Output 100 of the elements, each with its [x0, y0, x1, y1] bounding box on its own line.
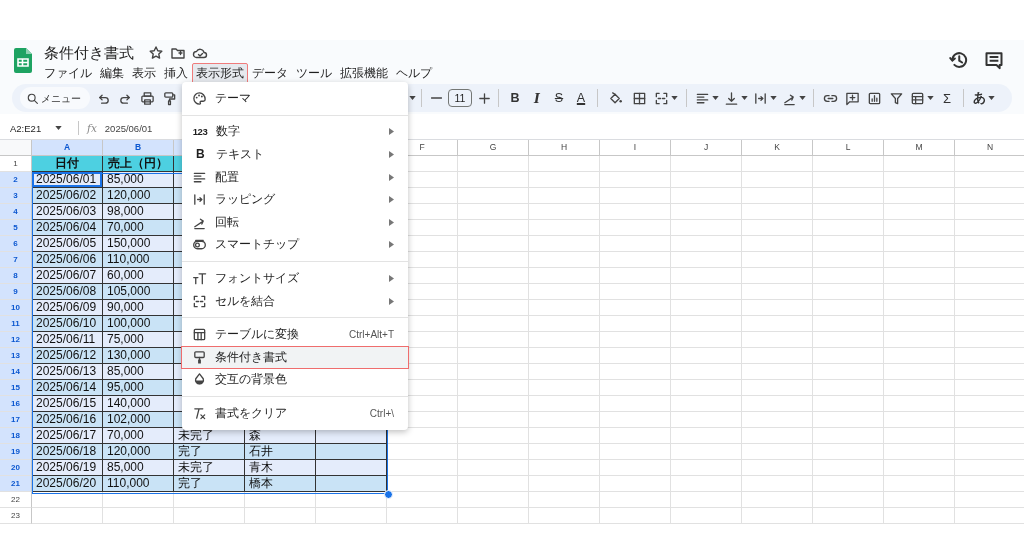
table-cell[interactable] [316, 444, 387, 460]
table-cell[interactable] [316, 460, 387, 476]
table-cell[interactable]: 青木 [245, 460, 316, 476]
row-header[interactable]: 18 [0, 428, 32, 444]
menu-bar-item[interactable]: ヘルプ [392, 62, 436, 84]
table-cell[interactable]: 90,000 [103, 300, 174, 316]
input-mode-button[interactable]: あ [969, 87, 999, 109]
table-cell[interactable]: 2025/06/05 [32, 236, 103, 252]
menu-bar-item[interactable]: 表示形式 [192, 62, 248, 84]
table-cell[interactable]: 2025/06/07 [32, 268, 103, 284]
font-size-field[interactable]: 11 [448, 89, 472, 107]
menu-item[interactable]: テーマ [181, 87, 409, 110]
column-header[interactable]: K [742, 140, 813, 156]
sheets-logo[interactable] [14, 48, 32, 73]
menu-bar-item[interactable]: 編集 [96, 62, 128, 84]
table-cell[interactable]: 110,000 [103, 252, 174, 268]
table-cell[interactable]: 60,000 [103, 268, 174, 284]
menu-bar-item[interactable]: 挿入 [160, 62, 192, 84]
menu-item[interactable]: フォントサイズ [181, 267, 409, 290]
menu-item[interactable]: 配置 [181, 165, 409, 189]
table-cell[interactable]: 2025/06/08 [32, 284, 103, 300]
table-cell[interactable]: 120,000 [103, 444, 174, 460]
column-heading-cell[interactable]: 日付 [32, 156, 103, 172]
folder-icon[interactable] [170, 45, 186, 61]
table-cell[interactable]: 2025/06/11 [32, 332, 103, 348]
menu-item[interactable]: ラッピング [181, 188, 409, 211]
table-cell[interactable]: 150,000 [103, 236, 174, 252]
row-header[interactable]: 20 [0, 460, 32, 476]
row-header[interactable]: 6 [0, 236, 32, 252]
column-header[interactable]: H [529, 140, 600, 156]
name-box[interactable]: A2:E21 [10, 122, 70, 134]
menu-item[interactable]: 書式をクリア Ctrl+\ [181, 402, 409, 425]
table-cell[interactable]: 98,000 [103, 204, 174, 220]
table-cell[interactable]: 2025/06/15 [32, 396, 103, 412]
formula-field[interactable]: 2025/06/01 [104, 122, 153, 134]
table-cell[interactable]: 2025/06/02 [32, 188, 103, 204]
fill-handle[interactable] [384, 490, 393, 499]
table-cell[interactable]: 2025/06/14 [32, 380, 103, 396]
column-header[interactable]: L [813, 140, 884, 156]
table-cell[interactable]: 140,000 [103, 396, 174, 412]
column-header[interactable]: G [458, 140, 529, 156]
menu-item[interactable]: セルを結合 [181, 289, 409, 313]
star-icon[interactable] [148, 45, 164, 61]
column-header[interactable]: M [884, 140, 955, 156]
history-icon[interactable] [948, 50, 968, 70]
table-cell[interactable]: 2025/06/06 [32, 252, 103, 268]
table-cell[interactable]: 120,000 [103, 188, 174, 204]
table-cell[interactable]: 70,000 [103, 428, 174, 444]
row-header[interactable]: 19 [0, 444, 32, 460]
table-cell[interactable]: 95,000 [103, 380, 174, 396]
table-cell[interactable]: 橋本 [245, 476, 316, 492]
table-cell[interactable]: 100,000 [103, 316, 174, 332]
table-cell[interactable]: 2025/06/19 [32, 460, 103, 476]
column-header[interactable]: A [32, 140, 103, 156]
row-header[interactable]: 22 [0, 492, 32, 508]
table-cell[interactable]: 2025/06/04 [32, 220, 103, 236]
menu-bar-item[interactable]: データ [248, 62, 292, 84]
menu-item[interactable]: 条件付き書式 [181, 345, 409, 369]
row-header[interactable]: 16 [0, 396, 32, 412]
table-cell[interactable]: 2025/06/12 [32, 348, 103, 364]
row-header[interactable]: 17 [0, 412, 32, 428]
row-header[interactable]: 11 [0, 316, 32, 332]
row-header[interactable]: 2 [0, 172, 32, 188]
table-cell[interactable]: 110,000 [103, 476, 174, 492]
table-cell[interactable]: 2025/06/09 [32, 300, 103, 316]
menu-item[interactable]: 回転 [181, 210, 409, 234]
column-header[interactable]: I [600, 140, 671, 156]
column-header[interactable]: J [671, 140, 742, 156]
table-cell[interactable]: 105,000 [103, 284, 174, 300]
row-header[interactable]: 9 [0, 284, 32, 300]
table-cell[interactable]: 未完了 [174, 460, 245, 476]
functions-button[interactable]: Σ [936, 87, 958, 109]
row-header[interactable]: 14 [0, 364, 32, 380]
menu-bar-item[interactable]: 表示 [128, 62, 160, 84]
table-cell[interactable]: 102,000 [103, 412, 174, 428]
table-cell[interactable]: 2025/06/18 [32, 444, 103, 460]
table-cell[interactable]: 石井 [245, 444, 316, 460]
text-color-button[interactable]: A [570, 87, 592, 109]
table-cell[interactable]: 完了 [174, 444, 245, 460]
table-cell[interactable]: 完了 [174, 476, 245, 492]
row-header[interactable]: 3 [0, 188, 32, 204]
column-heading-cell[interactable]: 売上（円） [103, 156, 174, 172]
menu-item[interactable]: 交互の背景色 [181, 368, 409, 392]
menu-item[interactable]: スマートチップ [181, 233, 409, 257]
table-cell[interactable]: 2025/06/03 [32, 204, 103, 220]
document-title[interactable]: 条件付き書式 [44, 43, 134, 63]
row-header[interactable]: 13 [0, 348, 32, 364]
menu-bar-item[interactable]: 拡張機能 [336, 62, 392, 84]
table-cell[interactable]: 2025/06/20 [32, 476, 103, 492]
row-header[interactable]: 1 [0, 156, 32, 172]
table-cell[interactable]: 2025/06/10 [32, 316, 103, 332]
comment-icon[interactable] [984, 50, 1004, 70]
table-cell[interactable]: 85,000 [103, 460, 174, 476]
row-header[interactable]: 21 [0, 476, 32, 492]
table-cell[interactable]: 2025/06/01 [32, 172, 103, 188]
table-cell[interactable]: 2025/06/13 [32, 364, 103, 380]
strikethrough-button[interactable]: S [548, 87, 570, 109]
table-cell[interactable]: 85,000 [103, 364, 174, 380]
table-cell[interactable]: 2025/06/17 [32, 428, 103, 444]
row-header[interactable]: 12 [0, 332, 32, 348]
